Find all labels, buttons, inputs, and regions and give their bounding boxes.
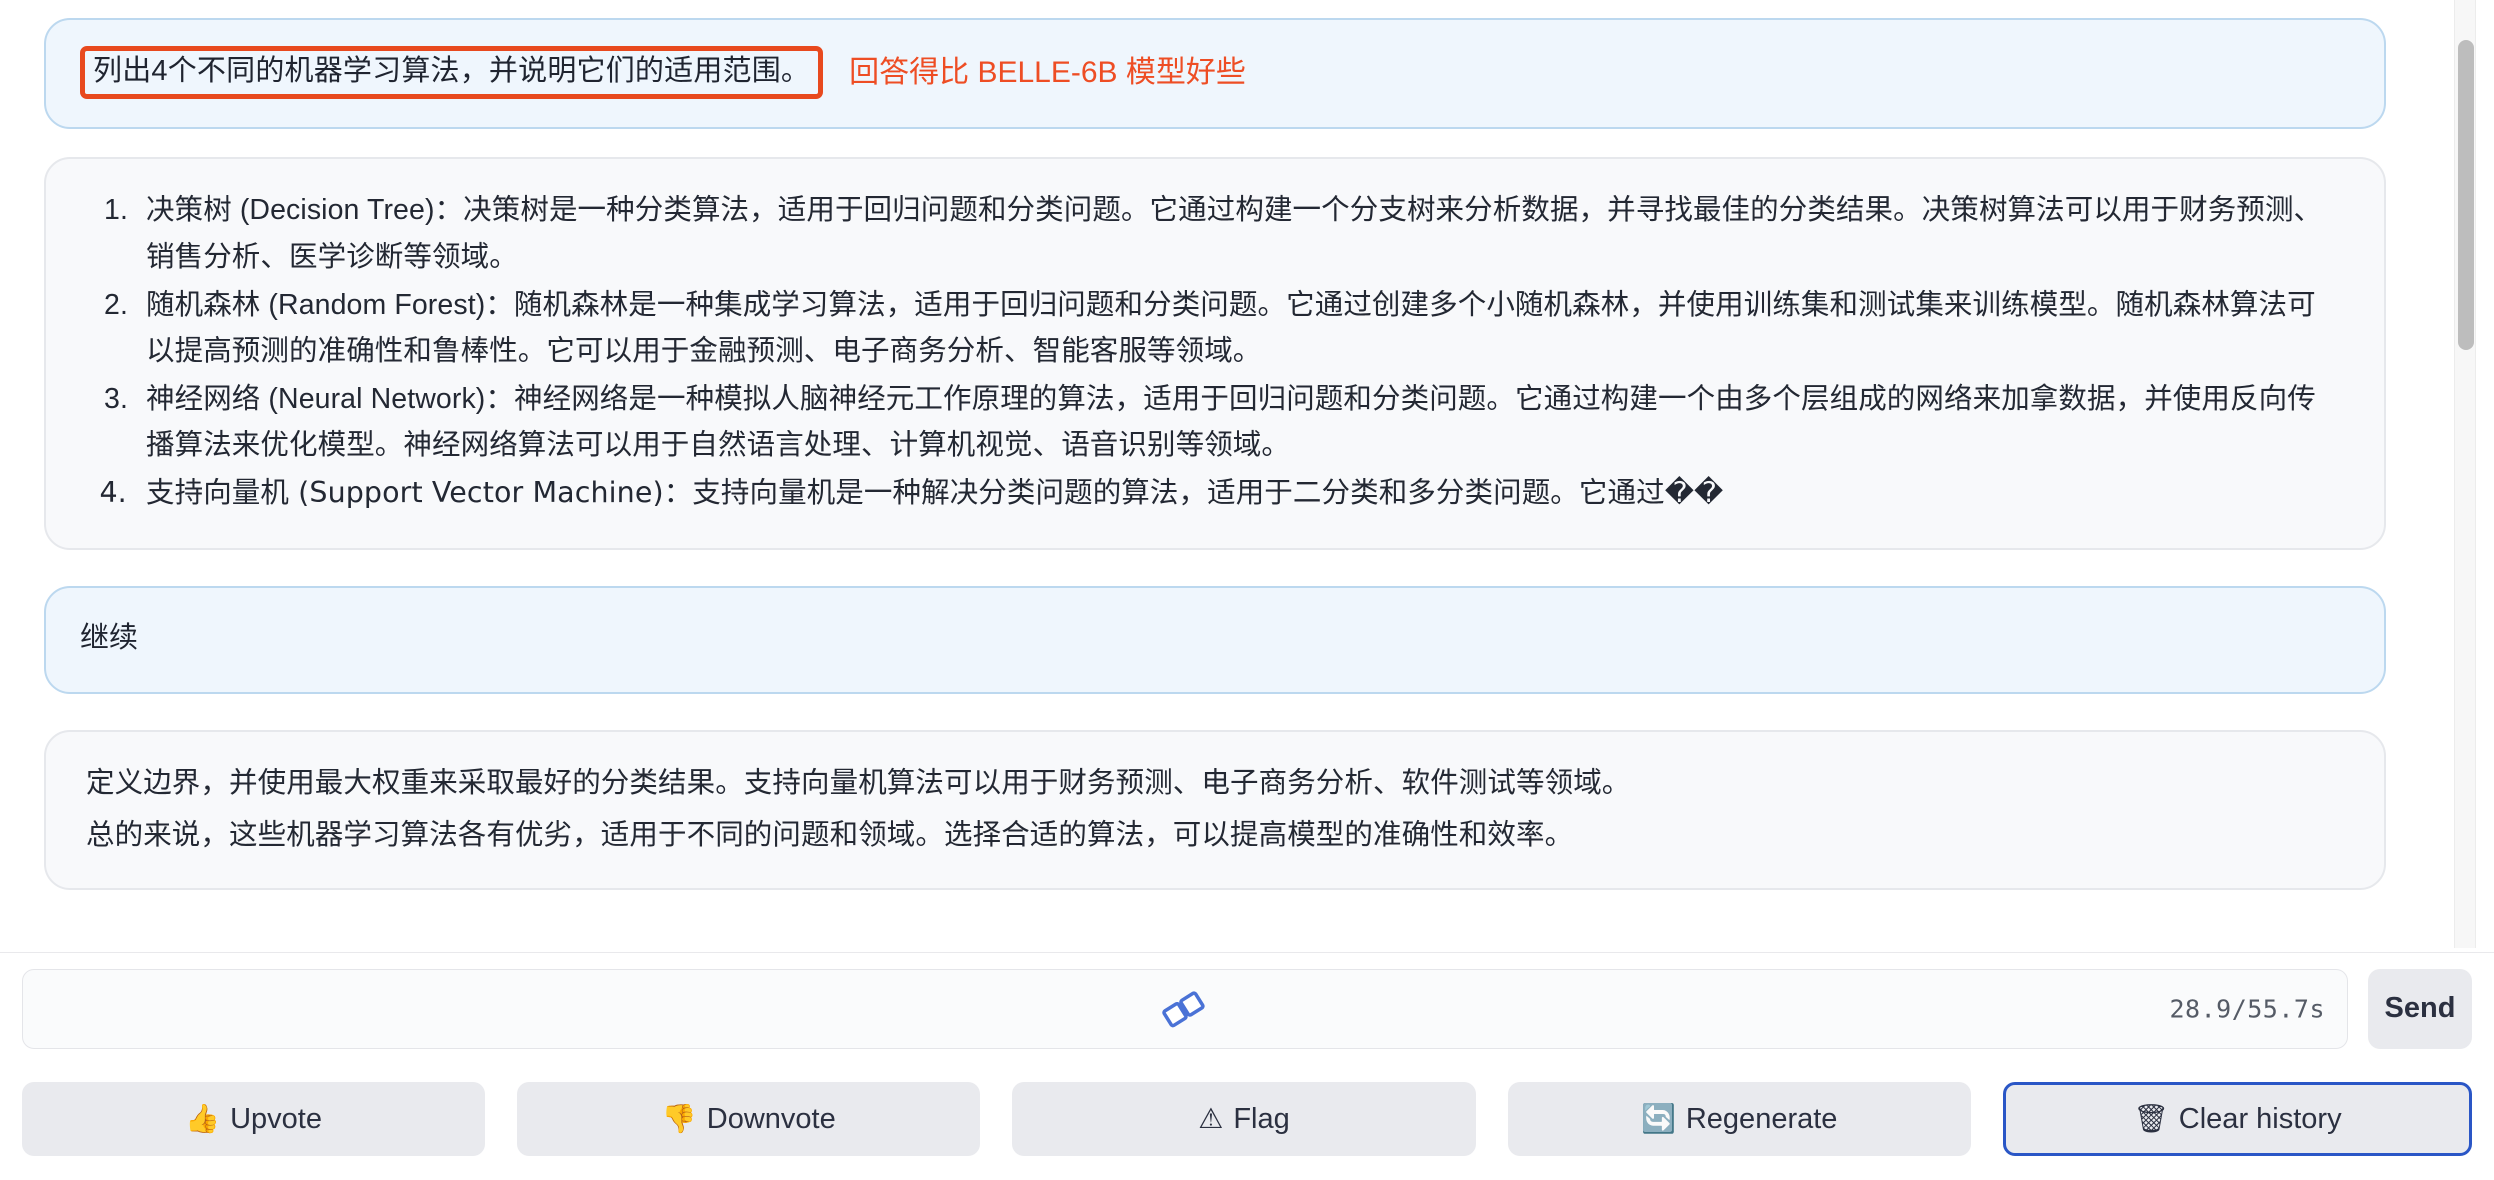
list-item: 决策树 (Decision Tree)：决策树是一种分类算法，适用于回归问题和分…	[136, 187, 2344, 279]
generation-timer: 28.9/55.7s	[2169, 994, 2325, 1023]
bubble-gap	[0, 694, 2430, 730]
app-root: 列出4个不同的机器学习算法，并说明它们的适用范围。 回答得比 BELLE-6B …	[0, 0, 2494, 1180]
clear-history-button-label: Clear history	[2178, 1102, 2342, 1135]
vertical-scrollbar[interactable]	[2454, 0, 2476, 948]
list-item: 神经网络 (Neural Network)：神经网络是一种模拟人脑神经元工作原理…	[136, 376, 2344, 468]
thumbs-up-icon: 👍	[185, 1102, 221, 1135]
user-message-bubble-2[interactable]: 继续	[44, 586, 2386, 695]
list-item: 支持向量机 (Support Vector Machine)：支持向量机是一种解…	[136, 470, 2344, 516]
send-button[interactable]: Send	[2368, 968, 2472, 1049]
annotation-note: 回答得比 BELLE-6B 模型好些	[849, 55, 1246, 89]
refresh-icon: 🔄	[1640, 1102, 1676, 1135]
assistant-message-bubble-2[interactable]: 定义边界，并使用最大权重来采取最好的分类结果。支持向量机算法可以用于财务预测、电…	[44, 730, 2386, 891]
chat-message-list: 列出4个不同的机器学习算法，并说明它们的适用范围。 回答得比 BELLE-6B …	[0, 0, 2430, 891]
user-message-bubble[interactable]: 列出4个不同的机器学习算法，并说明它们的适用范围。 回答得比 BELLE-6B …	[44, 18, 2386, 130]
algorithm-list: 决策树 (Decision Tree)：决策树是一种分类算法，适用于回归问题和分…	[86, 187, 2344, 516]
list-item: 随机森林 (Random Forest)：随机森林是一种集成学习算法，适用于回归…	[136, 282, 2344, 374]
vertical-scrollbar-thumb[interactable]	[2458, 40, 2474, 350]
chat-scroll-region[interactable]: 列出4个不同的机器学习算法，并说明它们的适用范围。 回答得比 BELLE-6B …	[0, 0, 2494, 948]
flag-button-label: Flag	[1233, 1102, 1290, 1135]
user-prompt-highlighted: 列出4个不同的机器学习算法，并说明它们的适用范围。	[80, 46, 824, 100]
regenerate-button-label: Regenerate	[1685, 1102, 1838, 1135]
answer-paragraph: 总的来说，这些机器学习算法各有优劣，适用于不同的问题和领域。选择合适的算法，可以…	[86, 819, 1574, 852]
warning-icon: ⚠	[1198, 1102, 1224, 1135]
flag-button[interactable]: ⚠ Flag	[1012, 1082, 1476, 1156]
downvote-button-label: Downvote	[706, 1102, 836, 1135]
clear-history-button[interactable]: 🗑 Clear history	[2002, 1082, 2473, 1156]
answer-paragraph: 定义边界，并使用最大权重来采取最好的分类结果。支持向量机算法可以用于财务预测、电…	[86, 767, 1631, 800]
loading-squares-icon	[1162, 988, 1208, 1030]
upvote-button[interactable]: 👍 Upvote	[22, 1082, 486, 1156]
thumbs-down-icon: 👎	[661, 1102, 697, 1135]
bubble-gap	[0, 129, 2430, 157]
action-button-row: 👍 Upvote 👎 Downvote ⚠ Flag 🔄 Regenerate …	[0, 1082, 2494, 1160]
message-input[interactable]: 28.9/55.7s	[22, 968, 2348, 1049]
bubble-gap	[0, 550, 2430, 586]
downvote-button[interactable]: 👎 Downvote	[517, 1082, 981, 1156]
composer-bar: 28.9/55.7s Send	[0, 952, 2494, 1064]
upvote-button-label: Upvote	[230, 1102, 322, 1135]
assistant-message-bubble-1[interactable]: 决策树 (Decision Tree)：决策树是一种分类算法，适用于回归问题和分…	[44, 157, 2386, 551]
regenerate-button[interactable]: 🔄 Regenerate	[1507, 1082, 1971, 1156]
user-prompt-continue: 继续	[80, 622, 139, 655]
trash-icon: 🗑	[2133, 1102, 2169, 1135]
